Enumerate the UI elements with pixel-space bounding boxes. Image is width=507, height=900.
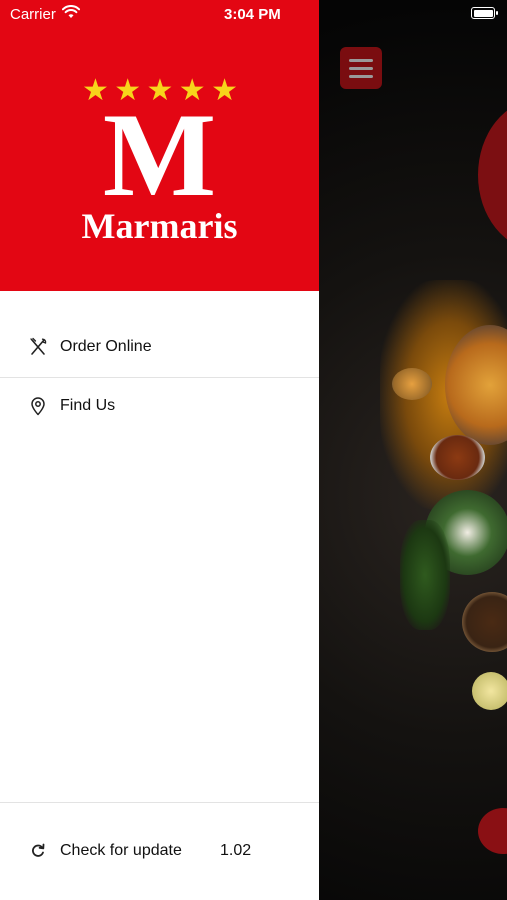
wifi-icon [62,5,80,18]
brand-name: Marmaris [81,206,238,246]
menu-item-label: Order Online [60,338,152,355]
check-update-label: Check for update [60,842,182,859]
battery-icon [471,7,498,19]
herbs-image [400,520,450,630]
red-circle-decoration [478,100,507,250]
clock-time: 3:04 PM [224,6,281,23]
menu-item-find-us[interactable]: Find Us [0,377,319,435]
drawer-header: ★ ★ ★ ★ ★ M Marmaris [0,0,319,291]
logo-letter: M [102,88,217,221]
version-number: 1.02 [220,842,252,859]
location-pin-icon [31,397,45,416]
status-bar: Carrier 3:04 PM [0,0,507,28]
menu-item-label: Find Us [60,397,116,414]
refresh-icon [32,843,45,857]
menu-item-check-update[interactable]: Check for update 1.02 [0,822,319,880]
lemon-slice-image [472,672,507,710]
side-drawer: ★ ★ ★ ★ ★ M Marmaris Order Online Find U… [0,0,319,900]
divider [0,802,319,803]
floating-action-button[interactable] [478,808,507,854]
sauce-bowl-image [430,435,485,480]
fork-knife-icon [30,337,47,355]
menu-item-order-online[interactable]: Order Online [0,318,319,376]
carrier-label: Carrier [10,6,56,23]
spoon-image [392,368,432,400]
hamburger-icon[interactable] [340,47,382,89]
spice-bowl-image [462,592,507,652]
